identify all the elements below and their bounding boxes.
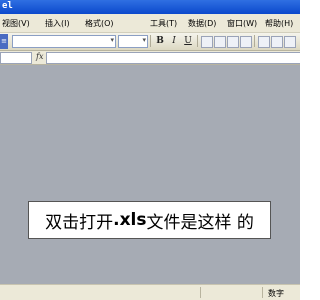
caption-box: 双击打开 .xls 文件是这样 的: [28, 201, 271, 239]
menu-tools[interactable]: 工具(T): [150, 18, 177, 29]
toolbar-grip-icon[interactable]: ≡: [0, 34, 8, 49]
window-title: el: [2, 1, 13, 11]
menu-bar: 视图(V) 插入(I) 格式(O) 工具(T) 数据(D) 窗口(W) 帮助(H…: [0, 14, 300, 33]
formula-bar: fx: [0, 51, 300, 65]
status-divider: [262, 287, 263, 298]
menu-format[interactable]: 格式(O): [85, 18, 114, 29]
comma-style-icon[interactable]: [284, 36, 296, 48]
toolbar-divider: [197, 35, 198, 47]
caption-text-extension: .xls: [113, 210, 147, 230]
formatting-toolbar: ≡ ▾ ▾ B I U: [0, 33, 300, 51]
menu-insert[interactable]: 插入(I): [45, 18, 70, 29]
align-right-icon[interactable]: [227, 36, 239, 48]
title-bar[interactable]: el: [0, 0, 300, 14]
formula-input[interactable]: [46, 52, 300, 64]
currency-icon[interactable]: [258, 36, 270, 48]
font-size-select[interactable]: ▾: [118, 35, 148, 48]
merge-center-icon[interactable]: [240, 36, 252, 48]
menu-help[interactable]: 帮助(H): [265, 18, 293, 29]
excel-window: el 视图(V) 插入(I) 格式(O) 工具(T) 数据(D) 窗口(W) 帮…: [0, 0, 300, 300]
status-divider: [200, 287, 201, 298]
underline-button[interactable]: U: [182, 35, 194, 47]
name-box[interactable]: [0, 52, 32, 64]
toolbar-divider: [150, 35, 151, 47]
caption-text-before: 双击打开: [45, 212, 114, 233]
status-mode: 数字: [268, 289, 284, 298]
menu-data[interactable]: 数据(D): [188, 18, 216, 29]
caption-text-after: 文件是这样 的: [146, 212, 254, 233]
menu-window[interactable]: 窗口(W): [227, 18, 257, 29]
menu-view[interactable]: 视图(V): [2, 18, 30, 29]
font-name-select[interactable]: ▾: [12, 35, 116, 48]
chevron-down-icon: ▾: [110, 36, 114, 44]
bold-button[interactable]: B: [154, 35, 166, 47]
chevron-down-icon: ▾: [142, 36, 146, 44]
status-bar: 数字: [0, 284, 300, 300]
italic-button[interactable]: I: [168, 35, 180, 47]
align-left-icon[interactable]: [201, 36, 213, 48]
percent-icon[interactable]: [271, 36, 283, 48]
align-center-icon[interactable]: [214, 36, 226, 48]
toolbar-divider: [254, 35, 255, 47]
fx-icon[interactable]: fx: [36, 52, 43, 61]
